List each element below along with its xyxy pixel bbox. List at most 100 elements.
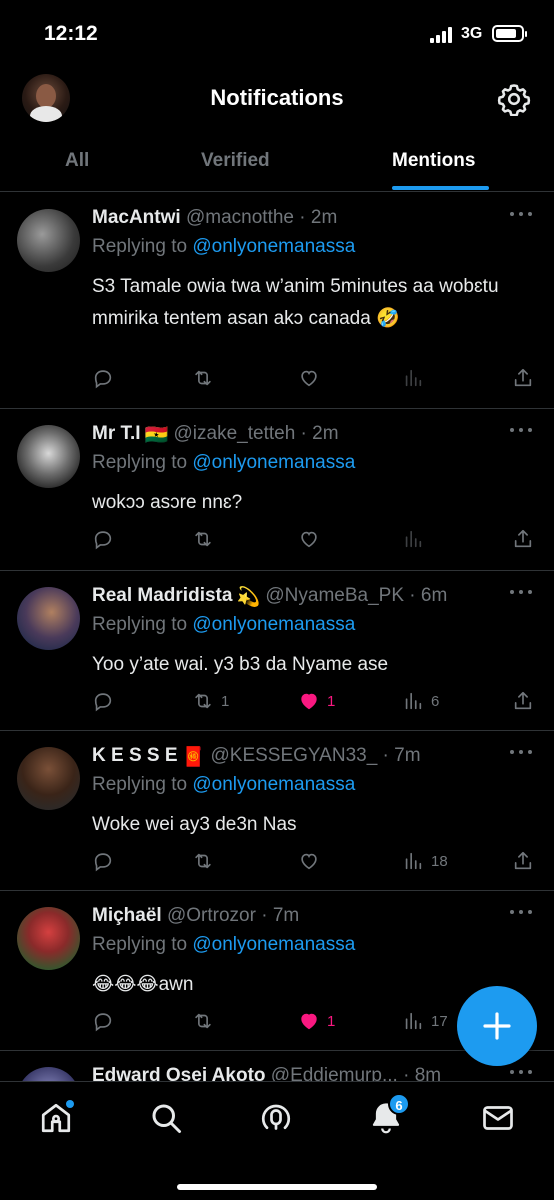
messages-envelope-icon [483,1106,513,1130]
compose-tweet-button[interactable] [457,986,537,1066]
tweet-text: Woke wei ay3 de3n Nas [92,814,297,835]
replying-to: Replying to @onlyonemanassa [92,934,356,955]
display-name[interactable]: Mr T.I [92,423,141,444]
display-name[interactable]: Miçhaël [92,905,162,926]
user-avatar[interactable] [17,1067,80,1081]
display-name[interactable]: K E S S E [92,745,178,766]
nav-notifications[interactable]: 6 [368,1093,410,1136]
reply-handle-link[interactable]: @onlyonemanassa [192,452,355,473]
tweet[interactable]: Real Madridista 💫 @NyameBa_PK · 6m Replyi… [0,571,554,731]
display-name[interactable]: MacAntwi [92,207,181,228]
user-handle[interactable]: @Eddiemurp... [271,1065,398,1081]
like-button[interactable] [298,848,327,874]
tab-mentions[interactable]: Mentions [392,150,475,172]
reply-button[interactable] [92,688,114,714]
share-button[interactable] [512,365,534,391]
spaces-icon [261,1104,291,1130]
tweet[interactable]: MacAntwi @macnotthe · 2m Replying to @on… [0,193,554,409]
user-avatar[interactable] [17,587,80,650]
home-indicator [177,1184,377,1190]
nav-search[interactable] [148,1100,184,1136]
display-name[interactable]: Real Madridista [92,585,232,606]
reply-handle-link[interactable]: @onlyonemanassa [192,614,355,635]
timestamp: 2m [312,423,339,444]
reply-handle-link[interactable]: @onlyonemanassa [192,934,355,955]
views-bar-icon [405,1012,422,1030]
share-button[interactable] [512,526,534,552]
more-options-icon[interactable] [510,209,534,219]
mentions-feed[interactable]: MacAntwi @macnotthe · 2m Replying to @on… [0,193,554,1081]
tweet-text: wokɔɔ asɔre nnɛ? [92,492,243,513]
like-button[interactable]: 1 [298,1008,335,1034]
search-icon [152,1104,181,1133]
like-heart-icon [301,531,317,548]
retweet-button[interactable] [192,526,221,552]
reply-icon [94,531,112,550]
reply-button[interactable] [92,848,114,874]
like-heart-icon [301,370,317,387]
tab-verified[interactable]: Verified [201,150,270,172]
timestamp: 2m [310,207,338,228]
views-count: 6 [431,692,440,710]
more-options-icon[interactable] [510,1067,534,1077]
like-heart-icon [301,853,317,870]
settings-gear-icon[interactable] [497,82,531,117]
reply-icon [94,1013,112,1032]
retweet-button[interactable] [192,848,221,874]
more-options-icon[interactable] [510,587,534,597]
views-count: 18 [431,852,448,870]
user-avatar[interactable] [17,747,80,810]
views-button[interactable]: 6 [402,688,439,714]
tab-all[interactable]: All [65,150,89,172]
tweet-header: Miçhaël @Ortrozor · 7m [92,905,300,926]
views-bar-icon [405,369,422,387]
replying-to: Replying to @onlyonemanassa [92,614,356,635]
share-button[interactable] [512,688,534,714]
reply-icon [94,693,112,712]
reply-button[interactable] [92,526,114,552]
nav-messages[interactable] [480,1100,516,1136]
user-avatar[interactable] [17,209,80,272]
views-button[interactable] [402,526,431,552]
signal-strength-icon [430,27,456,43]
tweet-text: S3 Tamale owia twa w’anim 5minutes aa wo… [92,276,499,329]
reply-handle-link[interactable]: @onlyonemanassa [192,236,355,257]
more-options-icon[interactable] [510,747,534,757]
more-options-icon[interactable] [510,425,534,435]
reply-handle-link[interactable]: @onlyonemanassa [192,774,355,795]
user-handle[interactable]: @macnotthe [186,207,294,228]
tweet[interactable]: K E S S E 🧧 @KESSEGYAN33_ · 7m Replying t… [0,731,554,891]
user-avatar[interactable] [17,907,80,970]
views-button[interactable]: 17 [402,1008,448,1034]
replying-to: Replying to @onlyonemanassa [92,236,356,257]
display-name[interactable]: Edward Osei Akoto [92,1065,266,1081]
nav-home[interactable] [38,1100,74,1136]
tweet[interactable]: Mr T.I 🇬🇭 @izake_tetteh · 2m Replying to … [0,409,554,571]
retweet-button[interactable]: 1 [192,688,229,714]
retweet-button[interactable] [192,365,221,391]
user-handle[interactable]: @KESSEGYAN33_ [210,745,377,766]
status-time: 12:12 [44,22,98,45]
views-button[interactable]: 18 [402,848,448,874]
more-options-icon[interactable] [510,907,534,917]
views-button[interactable] [402,365,431,391]
nav-spaces[interactable] [258,1100,294,1136]
like-button[interactable]: 1 [298,688,335,714]
user-avatar[interactable] [17,425,80,488]
views-bar-icon [405,692,422,710]
user-handle[interactable]: @Ortrozor [167,905,256,926]
bottom-nav: 6 [0,1081,554,1200]
user-handle[interactable]: @NyameBa_PK [265,585,404,606]
retweet-icon [195,531,211,547]
share-icon [514,368,532,387]
share-button[interactable] [512,848,534,874]
like-button[interactable] [298,365,327,391]
network-type: 3G [461,25,483,42]
reply-button[interactable] [92,1008,114,1034]
tweet-header: Real Madridista 💫 @NyameBa_PK · 6m [92,585,448,608]
share-icon [514,691,532,710]
user-handle[interactable]: @izake_tetteh [174,423,296,444]
retweet-button[interactable] [192,1008,221,1034]
reply-button[interactable] [92,365,114,391]
like-button[interactable] [298,526,327,552]
